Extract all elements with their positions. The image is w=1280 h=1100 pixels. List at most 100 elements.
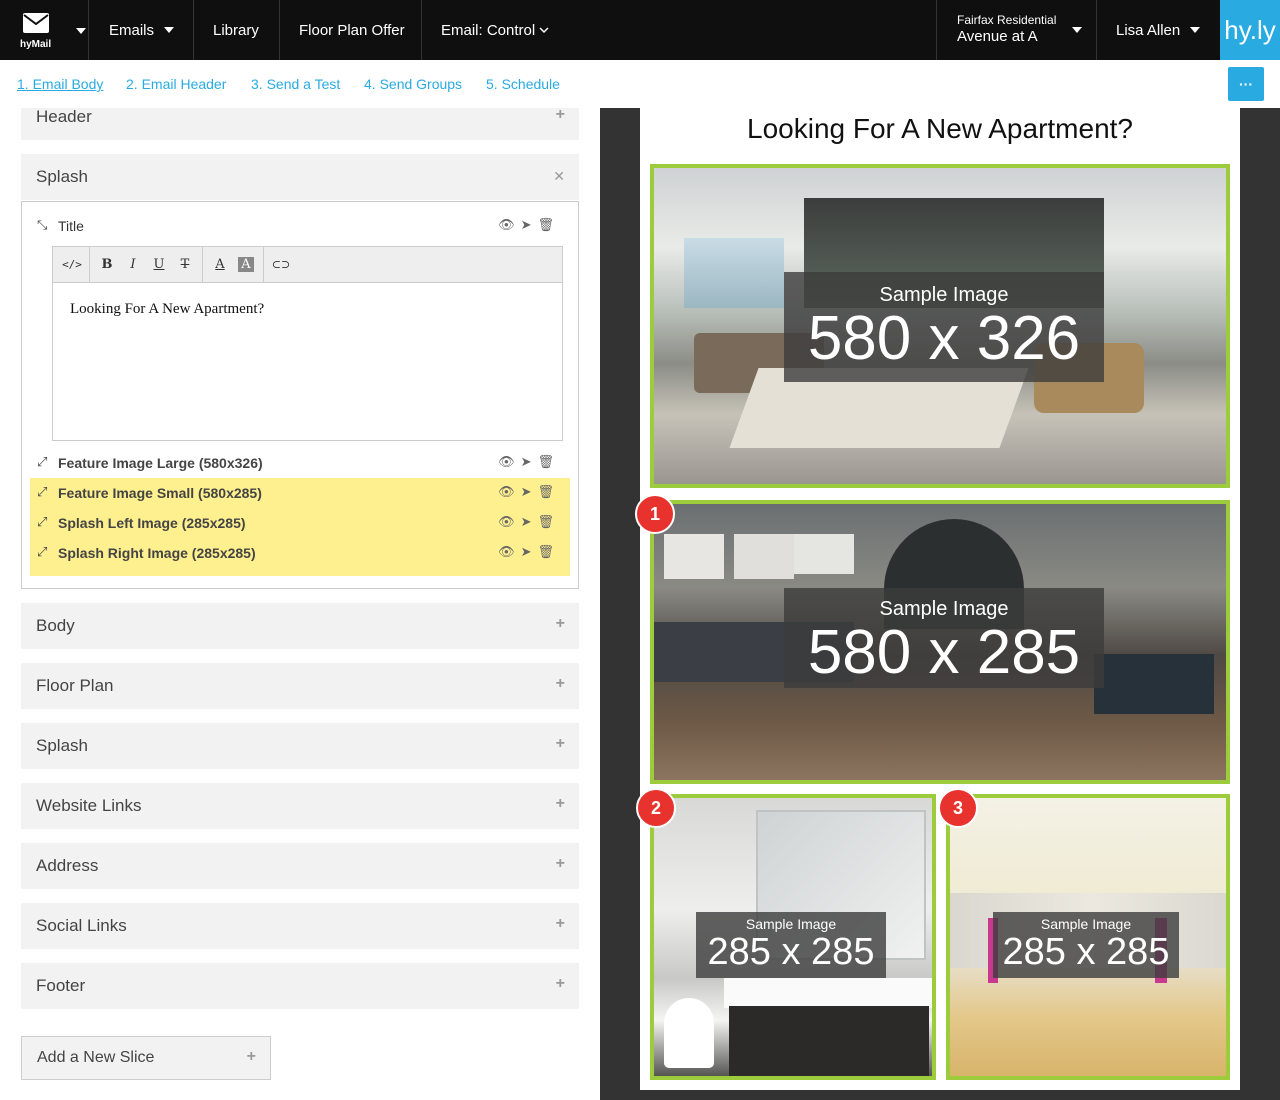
- step-send-groups[interactable]: 4. Send Groups: [364, 76, 462, 92]
- slice-website-links[interactable]: Website Links +: [21, 783, 579, 829]
- slice-social-links[interactable]: Social Links +: [21, 903, 579, 949]
- plus-icon[interactable]: +: [556, 975, 565, 993]
- splash-slice-content: ⤡ Title 👁➤🗑 </> B I U T A A ⊂⊃ Looking F…: [21, 201, 579, 589]
- trash-icon[interactable]: 🗑: [537, 454, 560, 469]
- hyly-brand-logo[interactable]: hy.ly: [1220, 0, 1280, 60]
- slice-label: Social Links: [36, 916, 127, 935]
- slice-label: Body: [36, 616, 75, 635]
- slice-label: Header: [36, 108, 92, 126]
- sample-label: Sample Image: [1040, 916, 1132, 932]
- plus-icon[interactable]: +: [556, 915, 565, 933]
- plus-icon[interactable]: +: [556, 735, 565, 753]
- more-options-button[interactable]: ···: [1228, 67, 1264, 101]
- send-icon[interactable]: ➤: [521, 514, 538, 529]
- editor-content[interactable]: Looking For A New Apartment?: [70, 301, 264, 318]
- plus-icon[interactable]: +: [556, 795, 565, 813]
- trash-icon[interactable]: 🗑: [537, 514, 560, 529]
- expand-icon[interactable]: ⤢: [37, 484, 47, 500]
- email-control-menu[interactable]: Email: Control: [441, 0, 549, 60]
- library-link[interactable]: Library: [213, 0, 259, 60]
- step-send-test[interactable]: 3. Send a Test: [251, 76, 340, 92]
- slice-footer[interactable]: Footer +: [21, 963, 579, 1009]
- splash-item-right-image[interactable]: ⤢ Splash Right Image (285x285) 👁➤🗑: [30, 538, 570, 576]
- source-code-button[interactable]: </>: [59, 258, 85, 271]
- floor-plan-offer-link[interactable]: Floor Plan Offer: [299, 0, 405, 60]
- step-nav: 1. Email Body 2. Email Header 3. Send a …: [0, 60, 1280, 108]
- eye-icon[interactable]: 👁: [498, 544, 521, 559]
- splash-item-left-image[interactable]: ⤢ Splash Left Image (285x285) 👁➤🗑: [30, 508, 570, 538]
- property-selector[interactable]: Fairfax Residential Avenue at A: [957, 13, 1087, 47]
- slice-editor-panel: Header + Splash ✕ ⤡ Title 👁➤🗑 </> B I U …: [0, 108, 600, 1100]
- slice-floor-plan[interactable]: Floor Plan +: [21, 663, 579, 709]
- underline-button[interactable]: U: [146, 257, 172, 272]
- send-icon[interactable]: ➤: [521, 217, 538, 232]
- eye-icon[interactable]: 👁: [498, 217, 521, 232]
- eye-icon[interactable]: 👁: [498, 454, 521, 469]
- hymail-logo[interactable]: hyMail: [0, 0, 88, 60]
- slice-label: Splash: [36, 167, 88, 186]
- slice-header[interactable]: Header +: [21, 108, 579, 140]
- italic-button[interactable]: I: [120, 257, 146, 272]
- sample-image-overlay: Sample Image 580 x 285: [784, 588, 1104, 688]
- strikethrough-button[interactable]: T: [172, 257, 198, 272]
- link-button[interactable]: ⊂⊃: [268, 258, 294, 271]
- callout-badge-1: 1: [635, 494, 675, 534]
- plus-icon[interactable]: +: [556, 855, 565, 873]
- sample-image-overlay: Sample Image 580 x 326: [784, 272, 1104, 382]
- expand-icon[interactable]: ⤢: [37, 514, 47, 530]
- close-icon[interactable]: ✕: [553, 168, 565, 185]
- slice-splash-2[interactable]: Splash +: [21, 723, 579, 769]
- feature-image-small[interactable]: Sample Image 580 x 285: [650, 500, 1230, 784]
- text-color-button[interactable]: A: [207, 257, 233, 272]
- sample-label: Sample Image: [745, 916, 837, 932]
- chevron-down-icon[interactable]: [76, 28, 86, 34]
- image-dimensions: 580 x 326: [807, 304, 1081, 373]
- slice-label: Splash: [36, 736, 88, 755]
- feature-image-large[interactable]: Sample Image 580 x 326: [650, 164, 1230, 488]
- send-icon[interactable]: ➤: [521, 454, 538, 469]
- chevron-down-icon: [1190, 27, 1201, 33]
- emails-label: Emails: [109, 21, 155, 39]
- splash-right-image[interactable]: Sample Image 285 x 285: [946, 794, 1230, 1080]
- email-preview-pane: Looking For A New Apartment? Sample Imag…: [600, 108, 1280, 1100]
- email-control-label: Email: Control: [441, 21, 536, 39]
- title-rich-text-editor[interactable]: </> B I U T A A ⊂⊃ Looking For A New Apa…: [52, 246, 563, 441]
- plus-icon[interactable]: +: [556, 615, 565, 633]
- expand-icon[interactable]: ⤢: [37, 454, 47, 470]
- slice-label: Floor Plan: [36, 676, 114, 695]
- trash-icon[interactable]: 🗑: [537, 217, 560, 232]
- plus-icon[interactable]: +: [556, 108, 565, 124]
- eye-icon[interactable]: 👁: [498, 514, 521, 529]
- expand-icon[interactable]: ⤢: [37, 544, 47, 560]
- splash-item-title[interactable]: ⤡ Title 👁➤🗑: [30, 211, 570, 241]
- user-menu[interactable]: Lisa Allen: [1116, 0, 1201, 60]
- item-label: Splash Right Image (285x285): [58, 545, 256, 561]
- eye-icon[interactable]: 👁: [498, 484, 521, 499]
- send-icon[interactable]: ➤: [521, 484, 538, 499]
- add-new-slice-button[interactable]: Add a New Slice +: [21, 1036, 271, 1080]
- step-schedule[interactable]: 5. Schedule: [486, 76, 560, 92]
- slice-label: Website Links: [36, 796, 142, 815]
- item-label: Feature Image Large (580x326): [58, 455, 263, 471]
- trash-icon[interactable]: 🗑: [537, 544, 560, 559]
- splash-item-feature-large[interactable]: ⤢ Feature Image Large (580x326) 👁➤🗑: [30, 448, 570, 478]
- emails-menu[interactable]: Emails: [109, 0, 175, 60]
- plus-icon[interactable]: +: [556, 675, 565, 693]
- slice-body[interactable]: Body +: [21, 603, 579, 649]
- splash-item-feature-small[interactable]: ⤢ Feature Image Small (580x285) 👁➤🗑: [30, 478, 570, 508]
- logo-label: hyMail: [20, 39, 52, 50]
- splash-left-image[interactable]: Sample Image 285 x 285: [650, 794, 936, 1080]
- trash-icon[interactable]: 🗑: [537, 484, 560, 499]
- bold-button[interactable]: B: [94, 257, 120, 272]
- chevron-down-icon: [164, 27, 175, 33]
- background-color-button[interactable]: A: [238, 257, 254, 272]
- collapse-icon[interactable]: ⤡: [37, 217, 47, 233]
- step-email-header[interactable]: 2. Email Header: [126, 76, 226, 92]
- send-icon[interactable]: ➤: [521, 544, 538, 559]
- slice-address[interactable]: Address +: [21, 843, 579, 889]
- add-slice-label: Add a New Slice: [37, 1049, 155, 1066]
- slice-splash[interactable]: Splash ✕: [21, 154, 579, 200]
- item-label: Feature Image Small (580x285): [58, 485, 262, 501]
- step-email-body[interactable]: 1. Email Body: [17, 76, 103, 92]
- preview-title[interactable]: Looking For A New Apartment?: [640, 113, 1240, 145]
